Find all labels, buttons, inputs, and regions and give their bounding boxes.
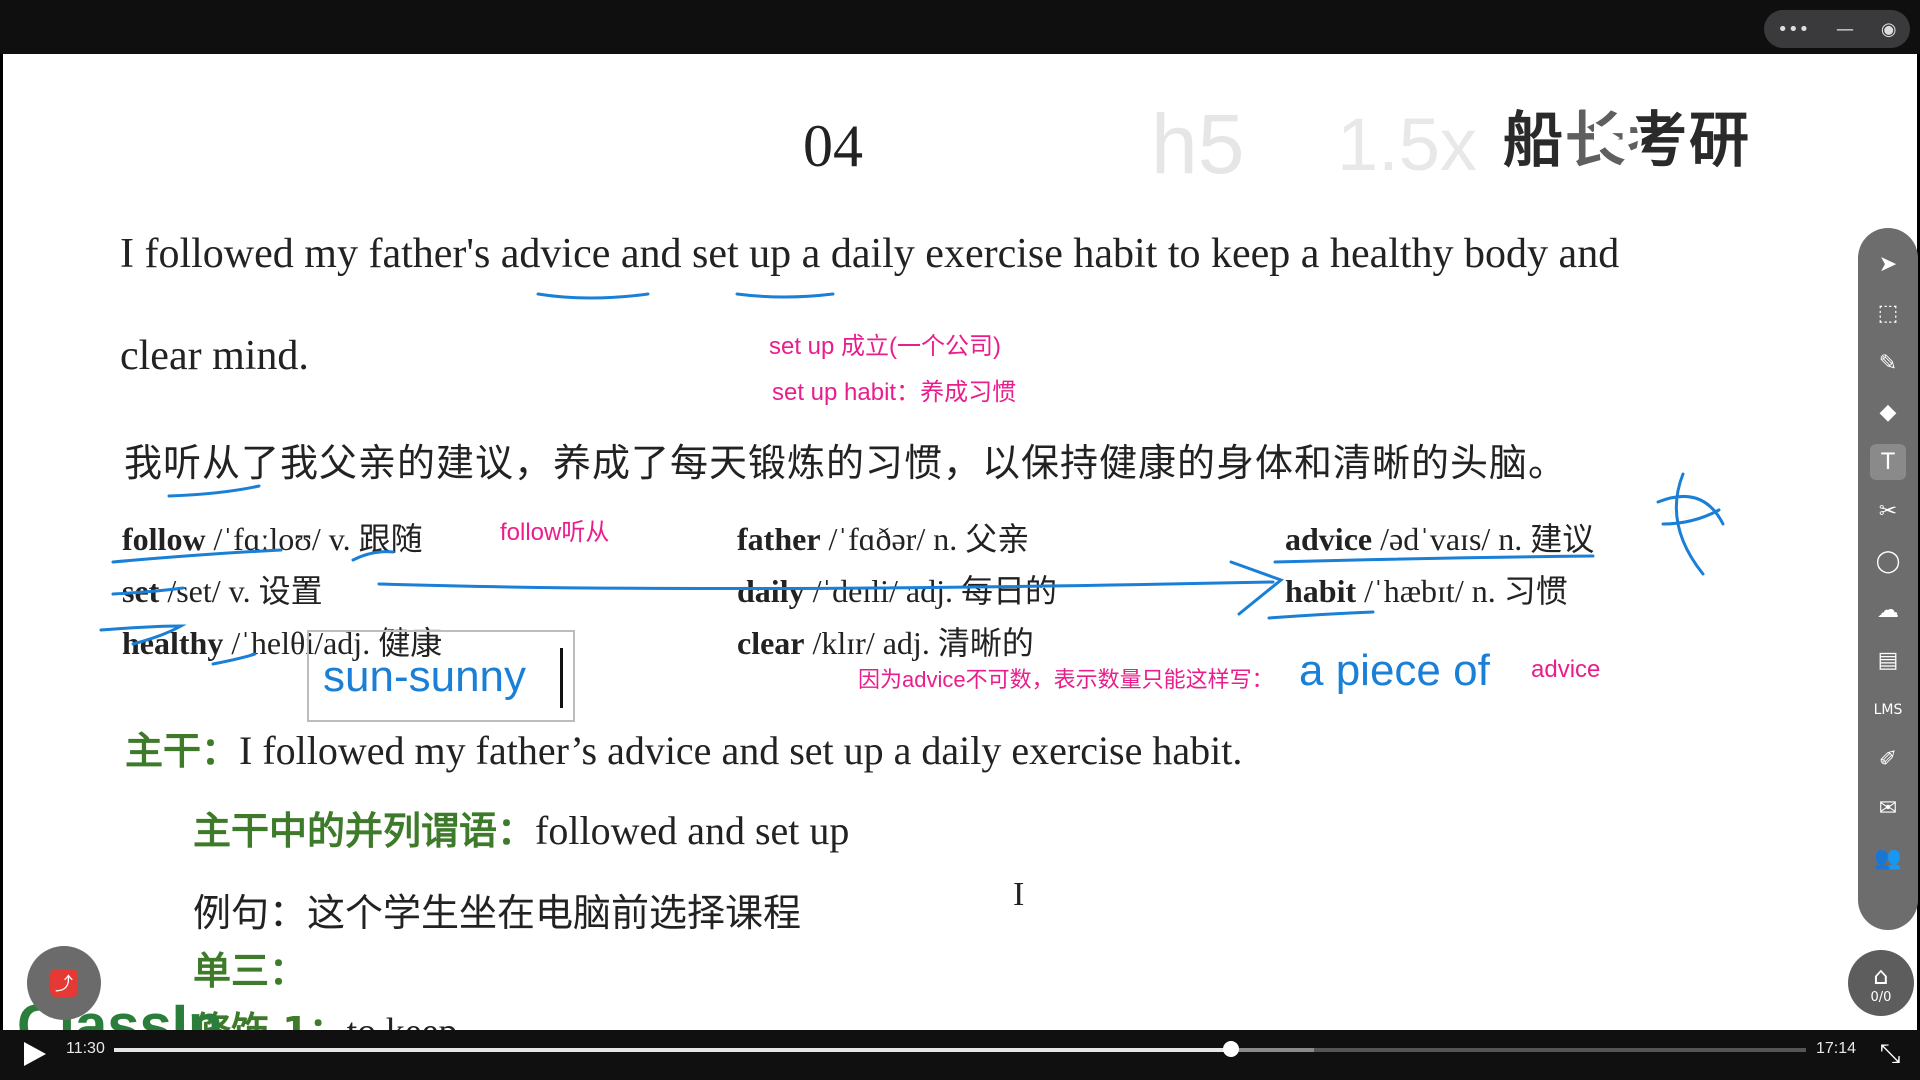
current-time: 11:30 [66, 1040, 105, 1057]
seat-icon: ⌂ [1873, 961, 1889, 990]
underline-set-stroke [111, 586, 185, 596]
scribble-healthy-stroke [99, 624, 187, 646]
minimize-icon[interactable]: — [1836, 19, 1854, 40]
text-cursor-ibeam-icon: I [1013, 876, 1025, 913]
underline-advice-word-stroke [1273, 554, 1595, 564]
window-controls: ••• — ◉ [1764, 10, 1910, 48]
select-icon[interactable]: ⬚ [1870, 296, 1906, 332]
underline-habit-stroke [1267, 610, 1375, 620]
toolbox-icon[interactable]: ▤ [1870, 642, 1906, 678]
underline-follow-stroke [167, 484, 261, 498]
total-time: 17:14 [1816, 1040, 1857, 1057]
underline-setup-stroke [735, 292, 835, 299]
third-person-label: 单三： [193, 949, 308, 993]
text-tool-icon[interactable]: T [1870, 444, 1906, 480]
arrowhead-stroke [1229, 560, 1285, 616]
example-sentence: 例句：这个学生坐在电脑前选择课程 [193, 891, 802, 935]
cloud-icon[interactable]: ☁ [1870, 593, 1906, 629]
page-counter[interactable]: ⌂ 0/0 [1848, 950, 1914, 1016]
progress-bar[interactable] [114, 1041, 1806, 1057]
play-icon[interactable] [18, 1038, 50, 1070]
eraser-icon[interactable]: ◆ [1870, 395, 1906, 431]
lms-icon[interactable]: LMS [1870, 692, 1906, 728]
cross-out-stroke [1656, 472, 1725, 576]
pdf-icon: ⤴ [50, 969, 78, 997]
pen-icon[interactable]: ✎ [1870, 345, 1906, 381]
pointer-icon[interactable]: ➤ [1870, 246, 1906, 282]
progress-played [114, 1048, 1232, 1052]
record-icon[interactable]: ◉ [1881, 19, 1897, 40]
underline-healthy-stroke [211, 652, 257, 666]
more-options-icon[interactable]: ••• [1777, 19, 1809, 40]
edit-icon[interactable]: ✐ [1870, 741, 1906, 777]
underline-advice-stroke [536, 292, 650, 300]
shape-icon[interactable]: ◯ [1870, 543, 1906, 579]
window-title-bar [0, 0, 1920, 54]
whiteboard-toolbar: ➤ ⬚ ✎ ◆ T ✂ ◯ ☁ ▤ LMS ✐ ✉ 👥 [1858, 228, 1918, 930]
chat-icon[interactable]: ✉ [1870, 791, 1906, 827]
scissors-icon[interactable]: ✂ [1870, 494, 1906, 530]
tick-follow-stroke [351, 550, 395, 562]
floating-app-button[interactable]: ⤴ [27, 946, 101, 1020]
exit-fullscreen-icon[interactable]: ⤡ [1874, 1038, 1906, 1070]
coordinate-predicates: 主干中的并列谓语：followed and set up [193, 808, 850, 853]
underline-follow-word-stroke [111, 548, 283, 564]
arrow-set-to-habit-stroke [377, 580, 1275, 591]
main-clause: 主干：I followed my father’s advice and set… [125, 728, 1243, 773]
page-counter-label: 0/0 [1870, 989, 1892, 1005]
users-icon[interactable]: 👥 [1870, 840, 1906, 876]
lesson-slide: 04 h5 1.5x 船长考研 I followed my father's a… [3, 54, 1917, 1030]
modifier-line: 修饰 1：to keep [193, 1000, 457, 1030]
video-player-bar [0, 1030, 1920, 1080]
